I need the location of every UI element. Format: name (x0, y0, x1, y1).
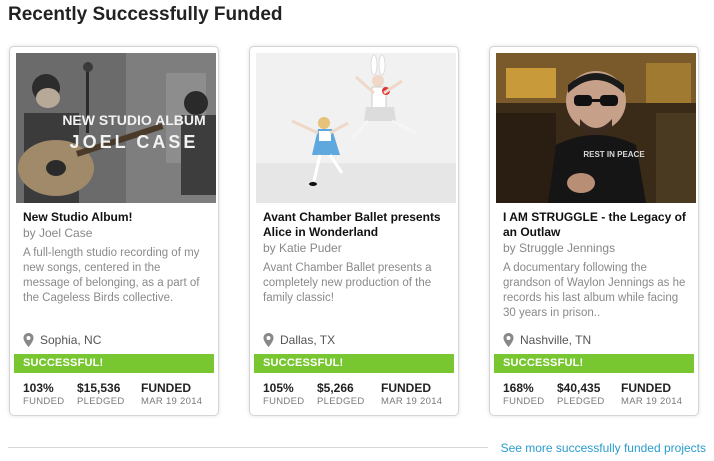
project-stats: 103% FUNDED $15,536 PLEDGED FUNDED MAR 1… (23, 381, 213, 413)
pledged-label: PLEDGED (77, 396, 125, 407)
funding-state: FUNDED (381, 381, 431, 395)
image-overlay-line1: NEW STUDIO ALBUM (62, 112, 205, 128)
pledged-label: PLEDGED (317, 396, 365, 407)
funded-label: FUNDED (23, 396, 65, 407)
location-label: Nashville, TN (520, 333, 592, 347)
project-location[interactable]: Nashville, TN (503, 333, 591, 347)
footer-divider (8, 447, 488, 448)
pledged-amount: $5,266 (317, 381, 354, 395)
project-creator[interactable]: by Joel Case (23, 226, 211, 241)
section-title: Recently Successfully Funded (8, 4, 283, 25)
see-more-link[interactable]: See more successfully funded projects (501, 441, 706, 455)
project-stats: 105% FUNDED $5,266 PLEDGED FUNDED MAR 19… (263, 381, 453, 413)
location-pin-icon (263, 333, 274, 347)
project-description: A full-length studio recording of my new… (23, 247, 200, 304)
status-badge: SUCCESSFUL! (494, 354, 694, 373)
project-card-i-am-struggle[interactable]: REST IN PEACE I AM STRUGGLE - the Legacy… (489, 46, 699, 416)
project-title[interactable]: I AM STRUGGLE - the Legacy of an Outlaw (503, 210, 691, 240)
location-pin-icon (23, 333, 34, 347)
project-card-alice-in-wonderland[interactable]: Avant Chamber Ballet presents Alice in W… (249, 46, 459, 416)
project-image[interactable] (256, 53, 456, 203)
project-creator[interactable]: by Katie Puder (263, 241, 451, 256)
pledged-label: PLEDGED (557, 396, 605, 407)
status-badge: SUCCESSFUL! (254, 354, 454, 373)
pledged-amount: $40,435 (557, 381, 601, 395)
project-card-new-studio-album[interactable]: NEW STUDIO ALBUM JOEL CASE New Studio Al… (9, 46, 219, 416)
location-label: Dallas, TX (280, 333, 336, 347)
location-pin-icon (503, 333, 514, 347)
funded-percent: 103% (23, 381, 54, 395)
pledged-amount: $15,536 (77, 381, 121, 395)
end-date: MAR 19 2014 (141, 396, 203, 407)
project-title[interactable]: New Studio Album! (23, 210, 211, 225)
project-creator[interactable]: by Struggle Jennings (503, 241, 691, 256)
project-title[interactable]: Avant Chamber Ballet presents Alice in W… (263, 210, 451, 240)
end-date: MAR 19 2014 (381, 396, 443, 407)
funding-state: FUNDED (141, 381, 191, 395)
location-label: Sophia, NC (40, 333, 102, 347)
project-location[interactable]: Sophia, NC (23, 333, 101, 347)
image-shirt-text: REST IN PEACE (583, 150, 645, 159)
funded-percent: 105% (263, 381, 294, 395)
status-badge: SUCCESSFUL! (14, 354, 214, 373)
project-location[interactable]: Dallas, TX (263, 333, 335, 347)
project-stats: 168% FUNDED $40,435 PLEDGED FUNDED MAR 1… (503, 381, 693, 413)
end-date: MAR 19 2014 (621, 396, 683, 407)
image-overlay-line2: JOEL CASE (70, 132, 199, 152)
project-description: Avant Chamber Ballet presents a complete… (263, 262, 432, 304)
project-description: A documentary following the grandson of … (503, 262, 686, 319)
funding-state: FUNDED (621, 381, 671, 395)
funded-label: FUNDED (263, 396, 305, 407)
project-image[interactable]: NEW STUDIO ALBUM JOEL CASE (16, 53, 216, 203)
project-image[interactable]: REST IN PEACE (496, 53, 696, 203)
funded-label: FUNDED (503, 396, 545, 407)
funded-percent: 168% (503, 381, 534, 395)
